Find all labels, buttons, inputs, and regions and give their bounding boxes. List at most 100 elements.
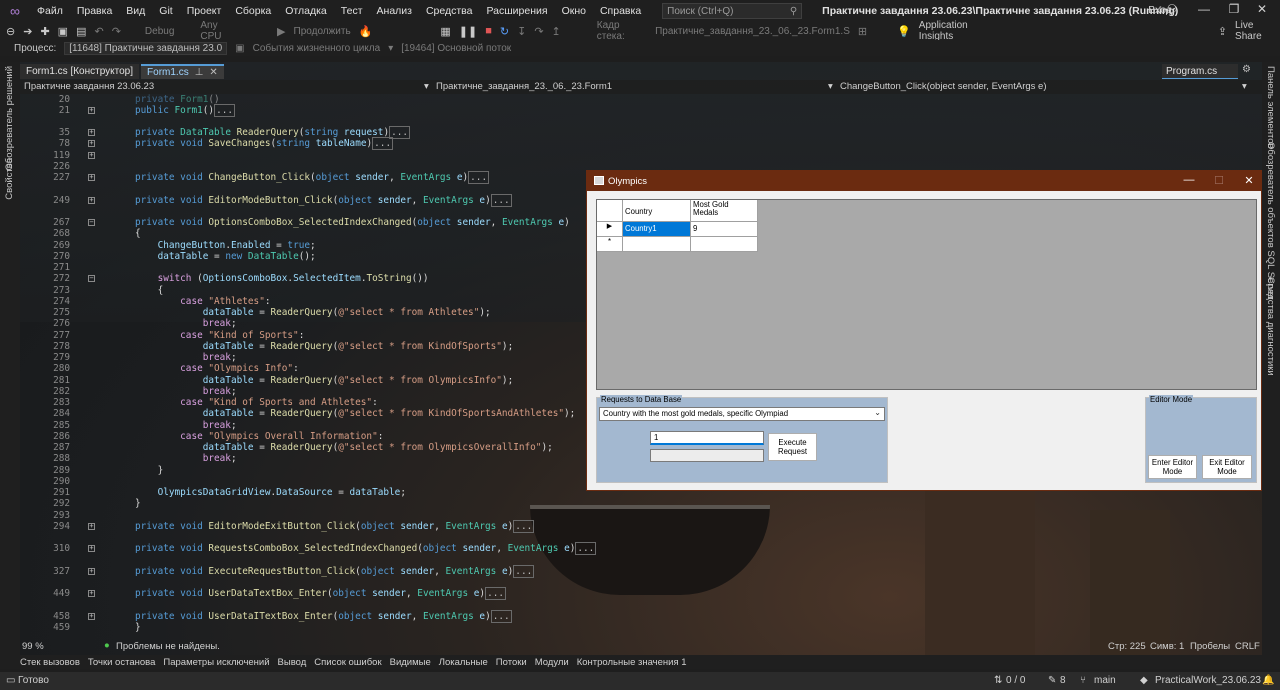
form-minimize-icon[interactable]: — [1181, 174, 1197, 186]
process-select[interactable]: [11648] Практичне завдання 23.0 [64, 41, 228, 55]
tab-call-stack[interactable]: Стек вызовов [20, 657, 80, 668]
pause-icon[interactable]: ❚❚ [459, 25, 477, 38]
diagnostics-icon[interactable]: ▦ [440, 25, 450, 38]
close-tab-icon[interactable]: ✕ [209, 67, 217, 78]
tab-modules[interactable]: Модули [535, 657, 569, 668]
tab-settings-icon[interactable]: ⚙ [1242, 64, 1251, 75]
new-project-icon[interactable]: ✚ [40, 25, 49, 38]
tab-exception-settings[interactable]: Параметры исключений [163, 657, 269, 668]
continue-icon[interactable]: ▶ [277, 25, 285, 38]
tab-form1-cs[interactable]: Form1.cs ⊥ ✕ [141, 64, 224, 79]
fold-toggle[interactable]: − [88, 219, 95, 226]
platform-select[interactable]: Any CPU [200, 20, 239, 42]
open-icon[interactable]: ▣ [58, 25, 68, 38]
fold-toggle[interactable]: + [88, 197, 95, 204]
live-share-button[interactable]: Live Share [1235, 20, 1280, 42]
chevron-down-icon[interactable]: ⌄ [874, 409, 881, 417]
menu-view[interactable]: Вид [119, 5, 152, 17]
tab-form1-designer[interactable]: Form1.cs [Конструктор] [20, 64, 140, 79]
whitespace-indicator[interactable]: Пробелы [1190, 641, 1230, 652]
menu-analyze[interactable]: Анализ [370, 5, 419, 17]
column-header-country[interactable]: Country [623, 200, 691, 222]
step-out-icon[interactable]: ↥ [552, 25, 561, 38]
configuration-select[interactable]: Debug [145, 26, 174, 37]
tab-breakpoints[interactable]: Точки останова [88, 657, 156, 668]
changes-count[interactable]: 8 [1060, 675, 1066, 686]
fold-toggle[interactable]: + [88, 613, 95, 620]
grid-cell[interactable] [623, 237, 691, 252]
fold-toggle[interactable]: − [88, 275, 95, 282]
fold-toggle[interactable]: + [88, 590, 95, 597]
enter-editor-mode-button[interactable]: Enter Editor Mode [1148, 455, 1197, 479]
fold-toggle[interactable]: + [88, 107, 95, 114]
row-header-current-icon[interactable]: ▶ [597, 222, 623, 237]
column-indicator[interactable]: Симв: 1 [1150, 641, 1184, 652]
row-header-new-icon[interactable]: * [597, 237, 623, 252]
menu-tools[interactable]: Средства [419, 5, 480, 17]
execute-request-button[interactable]: Execute Request [768, 433, 817, 461]
fold-toggle[interactable]: + [88, 523, 95, 530]
properties-tab[interactable]: Свойства [4, 158, 15, 200]
tab-program-cs[interactable]: Program.cs [1162, 64, 1238, 79]
olympics-data-grid[interactable]: Country Most Gold Medals ▶ Country1 9 * [596, 199, 1257, 390]
fold-toggle[interactable]: + [88, 568, 95, 575]
column-header-gold-medals[interactable]: Most Gold Medals [691, 200, 758, 222]
member-dropdown[interactable]: ChangeButton_Click(object sender, EventA… [840, 81, 1046, 92]
fold-toggle[interactable]: + [88, 545, 95, 552]
stack-frame-select[interactable]: Практичне_завдання_23._06._23.Form1.S [655, 26, 850, 37]
lifecycle-events-button[interactable]: События жизненного цикла [253, 43, 381, 54]
menu-help[interactable]: Справка [593, 5, 648, 17]
user-data-input[interactable]: 1 [650, 431, 764, 445]
user-data-input-2[interactable] [650, 449, 764, 462]
branch-name[interactable]: main [1094, 675, 1116, 686]
repo-name[interactable]: PracticalWork_23.06.23 [1155, 675, 1261, 686]
fold-toggle[interactable]: + [88, 129, 95, 136]
line-ending-indicator[interactable]: CRLF [1235, 641, 1260, 652]
tab-watch-1[interactable]: Контрольные значения 1 [577, 657, 687, 668]
restart-icon[interactable]: ↻ [500, 25, 509, 38]
zoom-level[interactable]: 99 % [22, 641, 44, 652]
grid-corner-header[interactable] [597, 200, 623, 222]
grid-cell[interactable] [691, 237, 758, 252]
tab-error-list[interactable]: Список ошибок [314, 657, 381, 668]
undo-icon[interactable]: ↶ [94, 25, 103, 38]
search-input[interactable]: Поиск (Ctrl+Q) ⚲ [662, 3, 803, 19]
problems-status[interactable]: Проблемы не найдены. [116, 641, 220, 652]
code-editor[interactable]: 20 private Form1() 21 + public Form1()... 3… [20, 94, 597, 639]
stop-icon[interactable]: ■ [485, 25, 492, 37]
step-over-icon[interactable]: ↷ [534, 25, 543, 38]
tab-output[interactable]: Вывод [278, 657, 307, 668]
hot-reload-icon[interactable]: 🔥 [359, 25, 373, 38]
menu-git[interactable]: Git [152, 5, 179, 17]
tab-locals[interactable]: Локальные [439, 657, 488, 668]
forward-icon[interactable]: ➔ [23, 25, 32, 38]
fold-toggle[interactable]: + [88, 152, 95, 159]
form-close-icon[interactable]: ✕ [1241, 174, 1257, 187]
thread-select[interactable]: [19464] Основной поток [401, 43, 511, 54]
menu-debug[interactable]: Отладка [278, 5, 334, 17]
line-indicator[interactable]: Стр: 225 [1108, 641, 1146, 652]
account-icon[interactable]: ⚇ [1160, 2, 1184, 16]
requests-combobox[interactable]: Country with the most gold medals, speci… [599, 407, 885, 421]
exit-editor-mode-button[interactable]: Exit Editor Mode [1202, 455, 1252, 479]
grid-cell[interactable]: Country1 [623, 222, 691, 237]
notification-icon[interactable]: 🔔 [1262, 675, 1274, 686]
sync-count[interactable]: 0 / 0 [1006, 675, 1025, 686]
menu-window[interactable]: Окно [555, 5, 593, 17]
application-insights-button[interactable]: Application Insights [919, 20, 1000, 42]
menu-build[interactable]: Сборка [228, 5, 278, 17]
close-icon[interactable]: ✕ [1250, 2, 1274, 16]
toolbox-tab[interactable]: Панель элементов [1265, 66, 1276, 149]
diagnostics-tools-tab[interactable]: Средства диагностики [1265, 277, 1276, 376]
grid-cell[interactable]: 9 [691, 222, 758, 237]
tab-threads[interactable]: Потоки [496, 657, 527, 668]
tab-autos[interactable]: Видимые [390, 657, 431, 668]
redo-icon[interactable]: ↷ [112, 25, 121, 38]
pin-tab-icon[interactable]: ⊥ [195, 67, 204, 78]
step-into-icon[interactable]: ↧ [517, 25, 526, 38]
pin-icon[interactable]: ⊞ [858, 25, 867, 38]
form-maximize-icon[interactable]: ☐ [1211, 174, 1227, 187]
olympics-title-bar[interactable]: Olympics — ☐ ✕ [587, 171, 1261, 191]
fold-toggle[interactable]: + [88, 140, 95, 147]
save-icon[interactable]: ▤ [76, 25, 86, 38]
